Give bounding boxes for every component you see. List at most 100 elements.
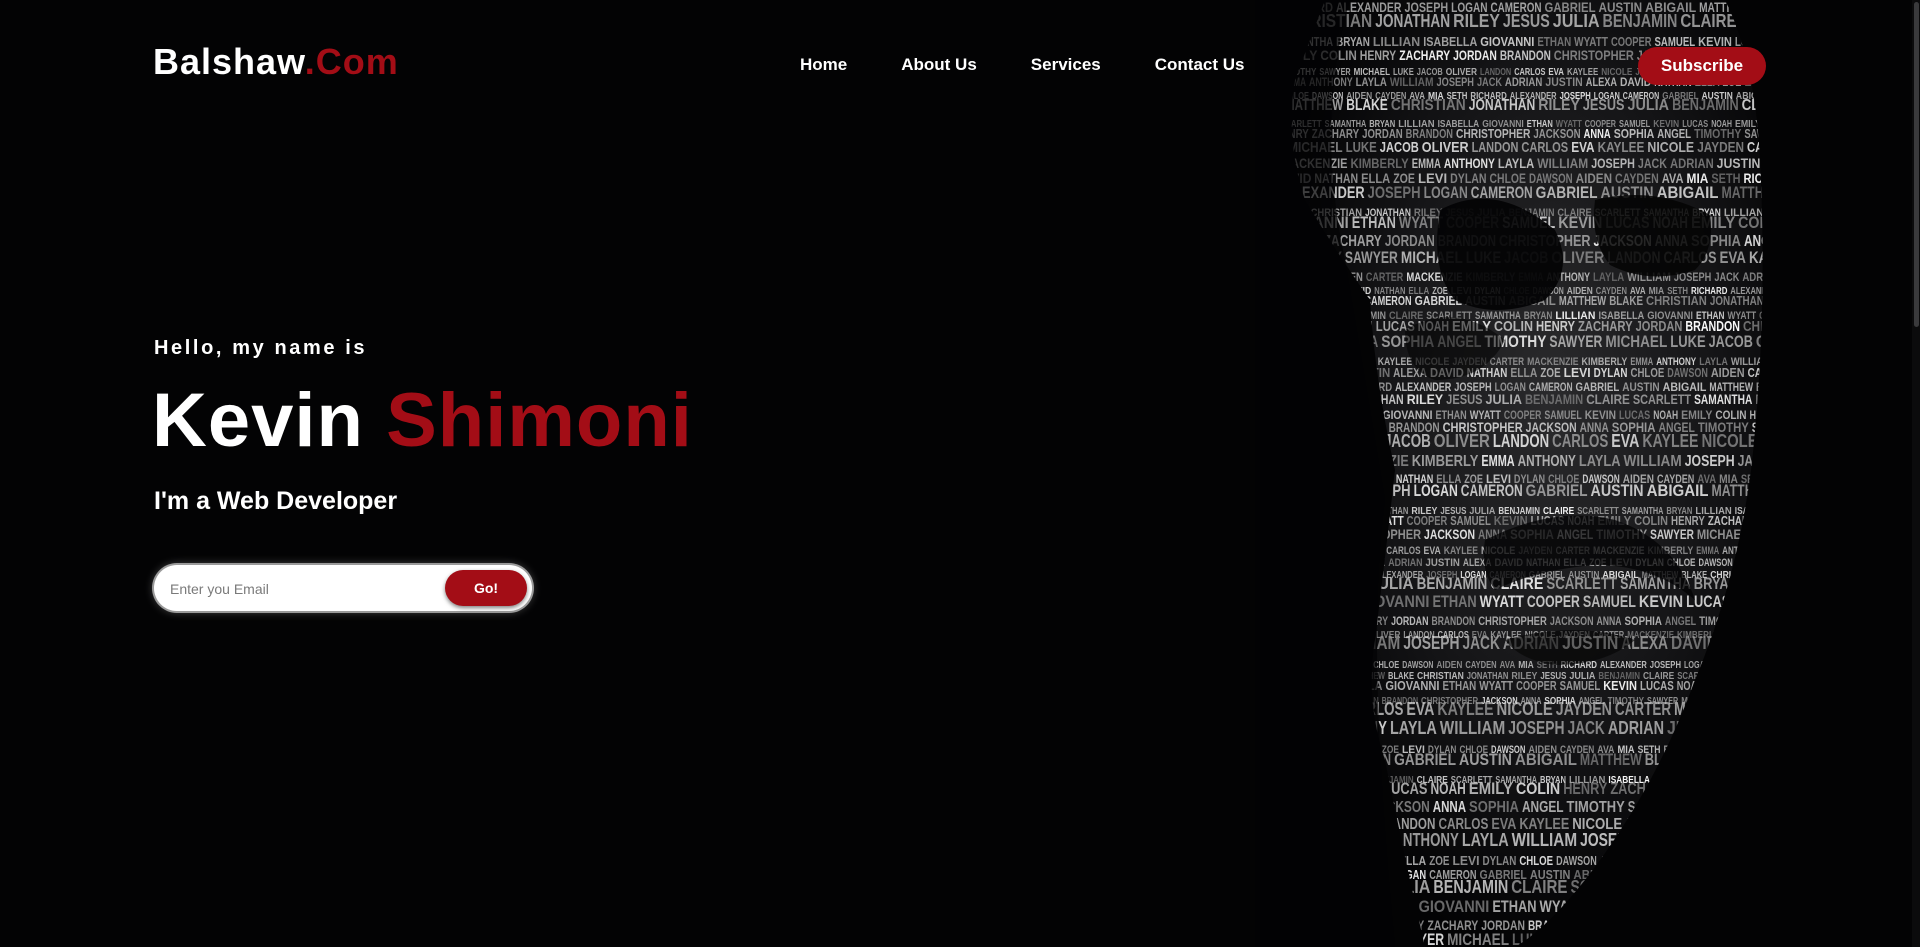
svg-text:ZACHARY: ZACHARY <box>1399 47 1450 63</box>
svg-text:JOSEPH: JOSEPH <box>1508 718 1564 738</box>
svg-text:JACKSON: JACKSON <box>1550 614 1594 628</box>
svg-text:SAMUEL: SAMUEL <box>1583 592 1636 611</box>
svg-text:KEVIN: KEVIN <box>1639 592 1683 611</box>
svg-text:ABIGAIL: ABIGAIL <box>1515 750 1577 769</box>
svg-text:EVA: EVA <box>1719 248 1746 267</box>
svg-text:JOSEPH: JOSEPH <box>1591 155 1635 171</box>
svg-text:TIMOTHY: TIMOTHY <box>1567 799 1625 816</box>
svg-text:JACK: JACK <box>1638 155 1667 171</box>
svg-text:ADRIAN: ADRIAN <box>1505 75 1542 89</box>
svg-text:JUSTIN: JUSTIN <box>1426 557 1460 569</box>
svg-text:JACK: JACK <box>1462 633 1499 653</box>
svg-text:ETHAN: ETHAN <box>1492 897 1536 916</box>
svg-text:JOSEPH: JOSEPH <box>1437 75 1474 89</box>
site-logo[interactable]: Balshaw.Com <box>153 44 399 80</box>
svg-text:JACK: JACK <box>1714 270 1739 284</box>
hero-greeting: Hello, my name is <box>154 337 368 359</box>
svg-text:SCARLETT: SCARLETT <box>1633 391 1692 407</box>
svg-text:LAYLA: LAYLA <box>1462 830 1509 850</box>
hero-role: I'm a Web Developer <box>154 487 398 515</box>
svg-text:EMILY: EMILY <box>1469 779 1514 798</box>
svg-text:ETHAN: ETHAN <box>1432 592 1476 611</box>
svg-text:BENJAMIN: BENJAMIN <box>1672 97 1739 114</box>
svg-text:JORDAN: JORDAN <box>1453 47 1497 63</box>
svg-text:KAYLEE: KAYLEE <box>1437 699 1493 719</box>
svg-text:LEVI: LEVI <box>1564 365 1591 380</box>
hero-first-name: Kevin <box>152 378 364 463</box>
svg-text:JUSTIN: JUSTIN <box>1717 155 1761 171</box>
svg-text:WILLIAM: WILLIAM <box>1440 718 1506 738</box>
svg-text:LEVI: LEVI <box>1452 853 1479 868</box>
svg-text:DAWSON: DAWSON <box>1667 365 1708 380</box>
svg-text:COOPER: COOPER <box>1527 592 1580 611</box>
svg-text:NICOLE: NICOLE <box>1701 431 1757 451</box>
svg-text:RILEY: RILEY <box>1453 11 1500 31</box>
svg-text:MICHAEL: MICHAEL <box>1605 332 1667 351</box>
svg-text:EMMA: EMMA <box>1412 155 1441 171</box>
svg-text:CARTER: CARTER <box>1366 270 1404 284</box>
svg-text:DYLAN: DYLAN <box>1483 853 1517 868</box>
main-nav: Home About Us Services Contact Us <box>800 56 1244 73</box>
email-input[interactable] <box>168 573 462 605</box>
nav-home-link[interactable]: Home <box>800 56 847 73</box>
svg-text:CLAIRE: CLAIRE <box>1511 877 1567 897</box>
hero-last-name: Shimoni <box>386 378 693 463</box>
svg-text:KAYLEE: KAYLEE <box>1642 431 1698 451</box>
svg-text:BLAKE: BLAKE <box>1346 97 1388 114</box>
svg-text:SOPHIA: SOPHIA <box>1469 799 1519 816</box>
svg-text:JOSEPH: JOSEPH <box>1685 453 1735 470</box>
svg-text:GABRIEL: GABRIEL <box>1526 481 1588 500</box>
svg-text:CAMERON: CAMERON <box>1364 293 1411 308</box>
svg-text:COLIN: COLIN <box>1516 779 1560 798</box>
subscribe-button[interactable]: Subscribe <box>1638 47 1766 85</box>
nav-about-us-link[interactable]: About Us <box>901 56 977 73</box>
svg-text:JACOB: JACOB <box>1709 332 1753 351</box>
svg-text:CARLOS: CARLOS <box>1552 431 1608 451</box>
email-signup-form: Go! <box>154 565 532 611</box>
svg-text:LUKE: LUKE <box>1670 332 1705 351</box>
svg-text:DAWSON: DAWSON <box>1699 557 1733 569</box>
svg-text:JESUS: JESUS <box>1503 11 1550 31</box>
svg-text:EVA: EVA <box>1611 431 1639 451</box>
svg-text:ETHAN: ETHAN <box>1352 213 1396 232</box>
svg-text:WILLIAM: WILLIAM <box>1537 155 1588 171</box>
svg-text:BENJAMIN: BENJAMIN <box>1525 391 1583 407</box>
scrollbar[interactable] <box>1912 0 1920 947</box>
svg-text:LANDON: LANDON <box>1472 139 1519 156</box>
svg-text:ABIGAIL: ABIGAIL <box>1647 481 1709 500</box>
svg-text:AIDEN: AIDEN <box>1711 365 1745 380</box>
nav-contact-us-link[interactable]: Contact Us <box>1155 56 1245 73</box>
svg-text:JONATHAN: JONATHAN <box>1469 97 1536 114</box>
scrollbar-thumb[interactable] <box>1914 2 1919 327</box>
svg-text:CHRISTOPHER: CHRISTOPHER <box>1554 47 1634 63</box>
svg-text:ALEXA: ALEXA <box>1586 75 1617 89</box>
svg-text:AIDEN: AIDEN <box>1436 660 1462 671</box>
svg-text:OLIVER: OLIVER <box>1434 431 1490 451</box>
svg-text:EVA: EVA <box>1571 139 1595 156</box>
svg-text:ALEXANDER: ALEXANDER <box>1600 660 1647 671</box>
svg-text:CAYDEN: CAYDEN <box>1465 660 1496 671</box>
svg-text:BENJAMIN: BENJAMIN <box>1603 11 1678 31</box>
svg-text:GIOVANNI: GIOVANNI <box>1419 897 1490 916</box>
svg-text:JACKSON: JACKSON <box>1424 526 1475 542</box>
svg-text:ANTHONY: ANTHONY <box>1393 830 1459 850</box>
svg-text:EMMA: EMMA <box>1481 453 1515 470</box>
svg-text:AUSTIN: AUSTIN <box>1591 481 1644 500</box>
svg-text:JESUS: JESUS <box>1446 391 1482 407</box>
svg-text:ELLA: ELLA <box>1510 365 1537 380</box>
svg-text:ADRIAN: ADRIAN <box>1670 155 1714 171</box>
logo-main-text: Balshaw <box>153 41 305 82</box>
svg-text:SAWYER: SAWYER <box>1650 526 1694 542</box>
nav-services-link[interactable]: Services <box>1031 56 1101 73</box>
svg-text:CARLOS: CARLOS <box>1386 545 1420 557</box>
svg-text:BENJAMIN: BENJAMIN <box>1433 877 1508 897</box>
svg-text:CLAIRE: CLAIRE <box>1586 391 1630 407</box>
svg-text:JOSEPH: JOSEPH <box>1650 660 1681 671</box>
go-button[interactable]: Go! <box>445 570 527 606</box>
svg-text:AUSTIN: AUSTIN <box>1459 750 1512 769</box>
svg-text:JORDAN: JORDAN <box>1391 614 1428 628</box>
svg-text:SOPHIA: SOPHIA <box>1624 614 1662 628</box>
svg-text:LUCAS: LUCAS <box>1640 678 1674 693</box>
svg-text:ADRIAN: ADRIAN <box>1388 557 1422 569</box>
svg-text:LAYLA: LAYLA <box>1593 270 1624 284</box>
